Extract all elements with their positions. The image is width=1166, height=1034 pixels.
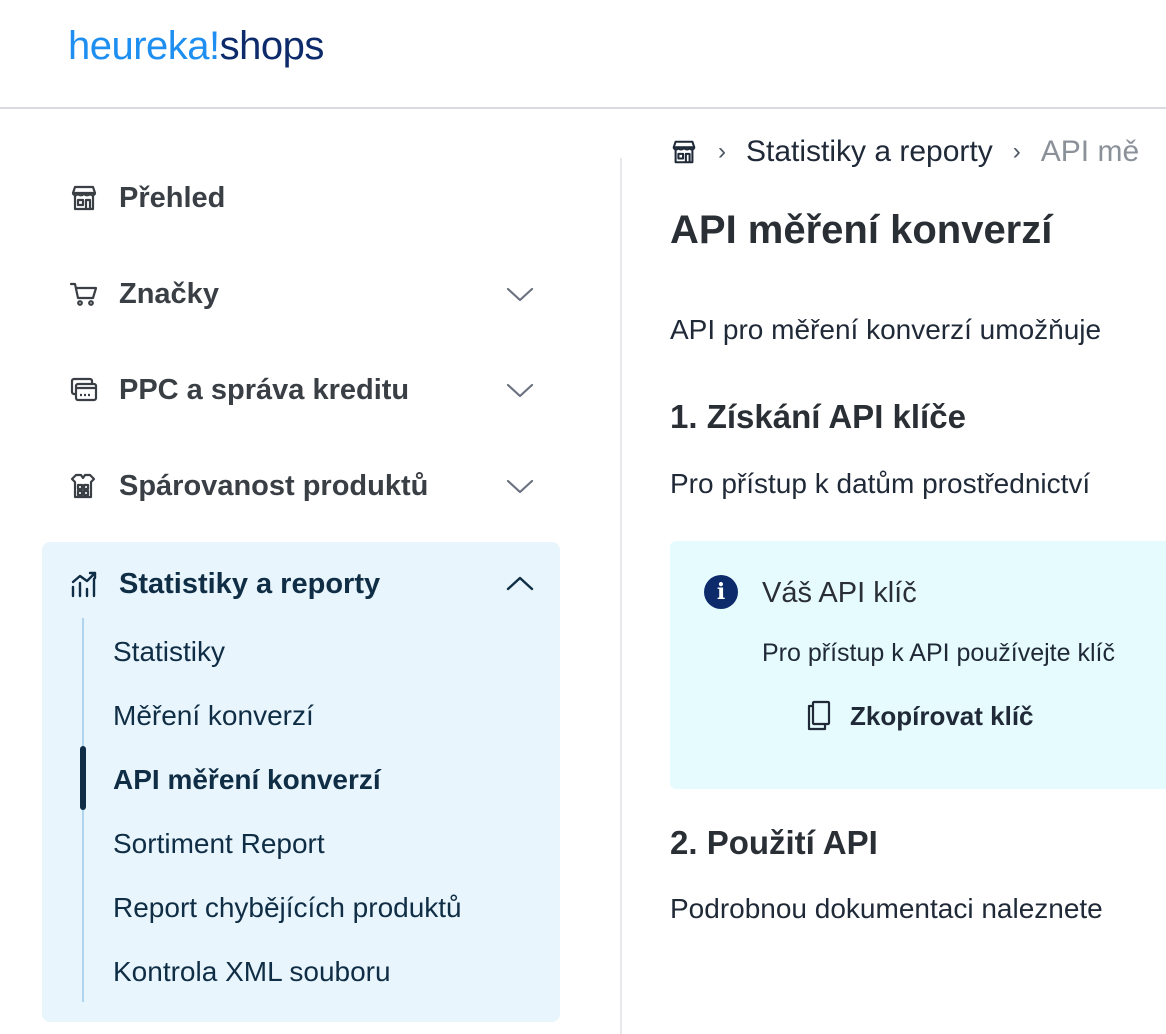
chevron-right-icon: › [1012,138,1021,165]
section-1-text: Pro přístup k datům prostřednictví [670,468,1091,499]
chevron-down-icon[interactable] [504,278,536,310]
store-icon [68,182,100,214]
chevron-down-icon[interactable] [504,470,536,502]
breadcrumb: › Statistiky a reporty › API mě [670,130,1139,174]
sidebar-item-label: Značky [119,277,219,310]
submenu-track [82,618,84,1002]
products-icon [68,470,100,502]
sidebar-subitem-report-chybejicich[interactable]: Report chybějících produktů [113,888,462,928]
sidebar-item-parovanost[interactable]: Spárovanost produktů [42,438,560,534]
sidebar-divider [620,158,622,1034]
chart-icon [68,568,100,600]
api-key-info-box: i Váš API klíč Pro přístup k API používe… [670,541,1166,789]
copy-key-label: Zkopírovat klíč [850,700,1034,731]
section-2-text: Podrobnou dokumentaci naleznete [670,893,1103,924]
cart-icon [68,278,100,310]
intro-text: API pro měření konverzí umožňuje [670,314,1102,345]
sidebar-nav: Přehled Značky PPC a správa kreditu Spár… [42,150,560,534]
credit-icon [68,374,100,406]
home-store-icon[interactable] [670,138,698,166]
chevron-right-icon: › [718,138,726,165]
top-header: heureka!shops [0,0,1166,109]
chevron-down-icon[interactable] [504,374,536,406]
sidebar-item-ppc[interactable]: PPC a správa kreditu [42,342,560,438]
section-1-title: 1. Získání API klíče [670,398,966,435]
sidebar-item-znacky[interactable]: Značky [42,246,560,342]
breadcrumb-link[interactable]: Statistiky a reporty [746,135,993,169]
sidebar-item-label: Spárovanost produktů [119,469,429,502]
info-box-title: Váš API klíč [762,577,917,609]
logo-part-shops: shops [219,24,325,68]
breadcrumb-current: API mě [1040,135,1140,168]
sidebar-subitem-mereni-konverzi[interactable]: Měření konverzí [113,696,314,736]
sidebar-subitem-api-mereni-konverzi[interactable]: API měření konverzí [113,760,381,800]
heureka-shops-logo[interactable]: heureka!shops [68,22,324,70]
info-icon: i [704,575,738,609]
sidebar-item-statistiky-a-reporty[interactable]: Statistiky a reporty [42,542,560,626]
active-item-indicator [80,746,86,810]
chevron-up-icon[interactable] [504,568,536,600]
sidebar-item-label: PPC a správa kreditu [119,373,410,406]
sidebar-subitem-kontrola-xml[interactable]: Kontrola XML souboru [113,952,391,992]
sidebar-group-statistiky: Statistiky a reporty Statistiky Měření k… [42,542,560,1022]
sidebar-subitem-sortiment-report[interactable]: Sortiment Report [113,824,325,864]
page-title: API měření konverzí [670,208,1053,252]
copy-icon [804,699,834,733]
sidebar-subitem-statistiky[interactable]: Statistiky [113,632,225,672]
sidebar-item-prehled[interactable]: Přehled [42,150,560,246]
info-box-text: Pro přístup k API používejte klíč [762,639,1115,667]
sidebar-item-label: Statistiky a reporty [119,567,381,600]
section-2-title: 2. Použití API [670,824,878,861]
logo-part-heureka: heureka! [68,24,220,68]
copy-key-button[interactable]: Zkopírovat klíč [804,693,1034,739]
sidebar-item-label: Přehled [119,181,226,214]
